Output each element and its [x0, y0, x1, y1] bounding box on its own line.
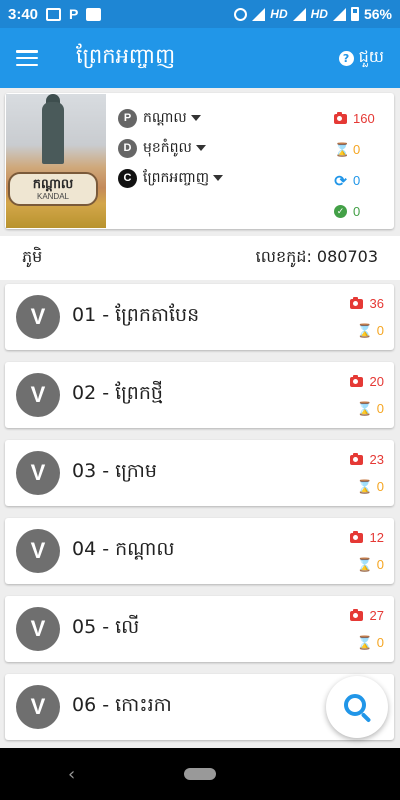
- village-badge: V: [16, 685, 60, 729]
- district-label: មុខកំពូល: [143, 139, 192, 156]
- village-badge: V: [16, 295, 60, 339]
- district-badge: D: [118, 138, 137, 158]
- done-count: 0: [353, 204, 361, 219]
- parking-notification-icon: P: [69, 6, 79, 22]
- commune-code: លេខកូដ: 080703: [255, 247, 378, 266]
- signal-icon-1: [292, 7, 306, 21]
- village-badge: V: [16, 451, 60, 495]
- camera-icon: [349, 296, 363, 309]
- list-item[interactable]: V 01 - ព្រែកតាបែន 36 ⌛ 0: [5, 284, 394, 350]
- chevron-down-icon: [213, 175, 224, 181]
- hourglass-icon: ⌛: [356, 634, 373, 650]
- camera-icon: [334, 111, 347, 124]
- page-title: ព្រែកអញ្ចាញ: [76, 43, 176, 68]
- hourglass-icon: ⌛: [356, 478, 373, 494]
- village-name: 02 - ព្រែកថ្មី: [72, 382, 163, 404]
- gmail-notification-icon: [46, 7, 62, 21]
- app-notification-icon: [86, 7, 102, 21]
- village-section-header: ភូមិ លេខកូដ: 080703: [0, 236, 400, 280]
- status-time: 3:40: [8, 5, 39, 23]
- photo-sign-english: KANDAL: [36, 191, 69, 201]
- app-bar: ព្រែកអញ្ចាញ ? ជួយ: [0, 28, 400, 88]
- sync-icon: ⟳: [334, 172, 347, 190]
- help-label: ជួយ: [358, 47, 384, 66]
- battery-icon: [350, 7, 359, 21]
- photo-count: 27: [369, 608, 384, 623]
- hd-indicator-2: HD: [310, 7, 328, 21]
- commune-stats: 160 ⌛ 0 ⟳ 0 ✓ 0: [334, 93, 394, 229]
- province-label: កណ្ដាល: [143, 109, 187, 126]
- village-name: 01 - ព្រែកតាបែន: [72, 304, 200, 326]
- signal-icon-2: [332, 7, 346, 21]
- village-badge: V: [16, 373, 60, 417]
- photo-count: 12: [369, 530, 384, 545]
- village-name: 03 - ក្រោម: [72, 460, 157, 482]
- hd-indicator-1: HD: [270, 7, 288, 21]
- hourglass-icon: ⌛: [356, 556, 373, 572]
- menu-icon[interactable]: [16, 50, 38, 66]
- hourglass-icon: ⌛: [356, 322, 373, 338]
- list-item[interactable]: V 03 - ក្រោម 23 ⌛ 0: [5, 440, 394, 506]
- photo-count: 36: [369, 296, 384, 311]
- list-item[interactable]: V 04 - កណ្ដាល 12 ⌛ 0: [5, 518, 394, 584]
- province-badge: P: [118, 108, 137, 128]
- village-name: 05 - លើ: [72, 616, 140, 638]
- province-dropdown[interactable]: P កណ្ដាល: [118, 103, 334, 133]
- photo-count: 23: [369, 452, 384, 467]
- system-nav-bar: ‹: [0, 748, 400, 800]
- chevron-down-icon: [190, 115, 201, 121]
- hourglass-icon: ⌛: [334, 141, 351, 157]
- village-badge: V: [16, 529, 60, 573]
- chevron-down-icon: [195, 145, 206, 151]
- photo-count: 20: [369, 374, 384, 389]
- district-dropdown[interactable]: D មុខកំពូល: [118, 133, 334, 163]
- list-item[interactable]: V 05 - លើ 27 ⌛ 0: [5, 596, 394, 662]
- commune-dropdown[interactable]: C ព្រែកអញ្ចាញ: [118, 163, 334, 193]
- commune-header-card: កណ្ដាល KANDAL P កណ្ដាល D មុខកំពូល C ព្រែ…: [5, 93, 394, 229]
- photo-sign-khmer: កណ្ដាល: [32, 176, 74, 192]
- hourglass-icon: ⌛: [356, 400, 373, 416]
- alarm-icon: [234, 7, 248, 21]
- back-icon[interactable]: ‹: [68, 764, 75, 785]
- pending-count: 0: [376, 401, 384, 416]
- village-name: 04 - កណ្ដាល: [72, 538, 175, 560]
- list-item[interactable]: V 02 - ព្រែកថ្មី 20 ⌛ 0: [5, 362, 394, 428]
- commune-photo: កណ្ដាល KANDAL: [6, 94, 106, 228]
- camera-icon: [349, 530, 363, 543]
- sync-count: 0: [353, 173, 361, 188]
- wifi-icon: [252, 7, 266, 21]
- commune-label: ព្រែកអញ្ចាញ: [143, 169, 210, 186]
- camera-icon: [349, 608, 363, 621]
- pending-count: 0: [376, 479, 384, 494]
- status-bar: 3:40 P HD HD 56%: [0, 0, 400, 28]
- pending-count: 0: [353, 142, 361, 157]
- pending-count: 0: [376, 557, 384, 572]
- check-circle-icon: ✓: [334, 205, 347, 218]
- search-icon: [344, 694, 366, 716]
- help-button[interactable]: ? ជួយ: [338, 46, 384, 70]
- home-button[interactable]: [184, 768, 216, 780]
- help-circle-icon: ?: [338, 50, 354, 66]
- pending-count: 0: [376, 635, 384, 650]
- pending-count: 0: [376, 323, 384, 338]
- village-list: V 01 - ព្រែកតាបែន 36 ⌛ 0 V 02 - ព្រែកថ្មី…: [5, 284, 394, 752]
- camera-icon: [349, 374, 363, 387]
- commune-badge: C: [118, 168, 137, 188]
- camera-icon: [349, 452, 363, 465]
- photo-count: 160: [353, 111, 375, 126]
- village-badge: V: [16, 607, 60, 651]
- search-fab-button[interactable]: [326, 676, 388, 738]
- village-name: 06 - កោះរកា: [72, 694, 172, 716]
- section-label: ភូមិ: [22, 247, 43, 266]
- admin-level-selectors: P កណ្ដាល D មុខកំពូល C ព្រែកអញ្ចាញ: [106, 93, 334, 229]
- battery-percent: 56%: [363, 6, 392, 22]
